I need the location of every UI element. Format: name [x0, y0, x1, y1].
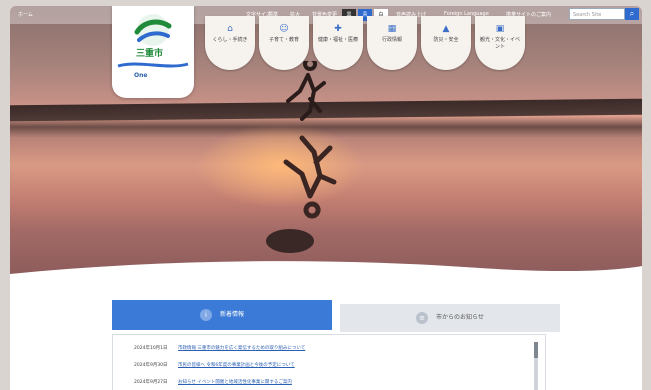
news-scroll-thumb[interactable]: [534, 342, 538, 358]
list-item[interactable]: 2024年9月30日 市民の皆様へ 令和6年度の事業計画と今後の予定について: [134, 361, 295, 371]
list-icon: ≡: [416, 311, 429, 324]
tab-label: 市からのお知らせ: [436, 314, 484, 321]
list-item[interactable]: 2024年9月27日 お知らせ イベント開催と地域活性化事業に関するご案内: [134, 378, 292, 388]
wave-divider: [10, 261, 642, 296]
reflection-silhouette: [283, 135, 337, 219]
info-icon: i: [199, 308, 212, 321]
news-title-link[interactable]: 市民の皆様へ 令和6年度の事業計画と今後の予定について: [178, 363, 295, 368]
category-childcare[interactable]: ☺ 子育て・教育: [259, 16, 309, 70]
category-living[interactable]: ⌂ くらし・手続き: [205, 16, 255, 70]
category-label: 防災・安全: [433, 37, 459, 43]
logo-wave-stripe: [117, 62, 189, 68]
news-date: 2024年9月27日: [134, 380, 168, 385]
tab-city-notices[interactable]: ≡ 市からのお知らせ: [340, 304, 560, 332]
tab-label: 新着情報: [219, 311, 244, 318]
wave-logo-icon: [134, 14, 172, 46]
shield-icon: ▲: [442, 24, 450, 34]
category-safety[interactable]: ▲ 防災・安全: [421, 16, 471, 70]
category-administration[interactable]: ▦ 行政情報: [367, 16, 417, 70]
building-icon: ▦: [387, 24, 397, 34]
health-icon: ✚: [334, 24, 342, 34]
category-label: くらし・手続き: [212, 37, 248, 43]
category-tourism[interactable]: ▣ 観光・文化・イベント: [475, 16, 525, 70]
city-logo[interactable]: 三重市 One: [112, 6, 194, 98]
page-frame: ホーム 文字サイズ 標準 拡大 背景色変更 黒 青 白 音声読み上げ Forei…: [10, 6, 642, 390]
camera-icon: ▣: [495, 24, 505, 34]
category-label: 観光・文化・イベント: [479, 37, 520, 50]
home-icon: ⌂: [227, 24, 233, 34]
news-date: 2024年9月30日: [134, 363, 168, 368]
search-input[interactable]: Search Site: [569, 8, 625, 20]
category-label: 健康・福祉・医療: [317, 37, 358, 43]
rock-shape: [266, 229, 314, 253]
child-icon: ☺: [279, 24, 289, 34]
jumping-person-silhouette: [286, 61, 326, 121]
home-link[interactable]: ホーム: [18, 11, 33, 18]
category-health[interactable]: ✚ 健康・福祉・医療: [313, 16, 363, 70]
news-date: 2024年10月1日: [134, 346, 168, 351]
news-title-link[interactable]: お知らせ イベント開催と地域活性化事業に関するご案内: [178, 380, 292, 385]
category-label: 子育て・教育: [268, 37, 299, 43]
list-item[interactable]: 2024年10月1日 市政情報 三重市の魅力を広く発信するための取り組みについて: [134, 344, 305, 354]
news-title-link[interactable]: 市政情報 三重市の魅力を広く発信するための取り組みについて: [178, 346, 305, 351]
tab-new-info[interactable]: i 新着情報: [112, 300, 332, 330]
search-button[interactable]: ⌕: [625, 8, 639, 20]
city-name: 三重市: [136, 49, 164, 59]
search-icon: ⌕: [629, 9, 635, 18]
logo-tagline: One: [134, 72, 148, 79]
category-label: 行政情報: [381, 37, 402, 43]
